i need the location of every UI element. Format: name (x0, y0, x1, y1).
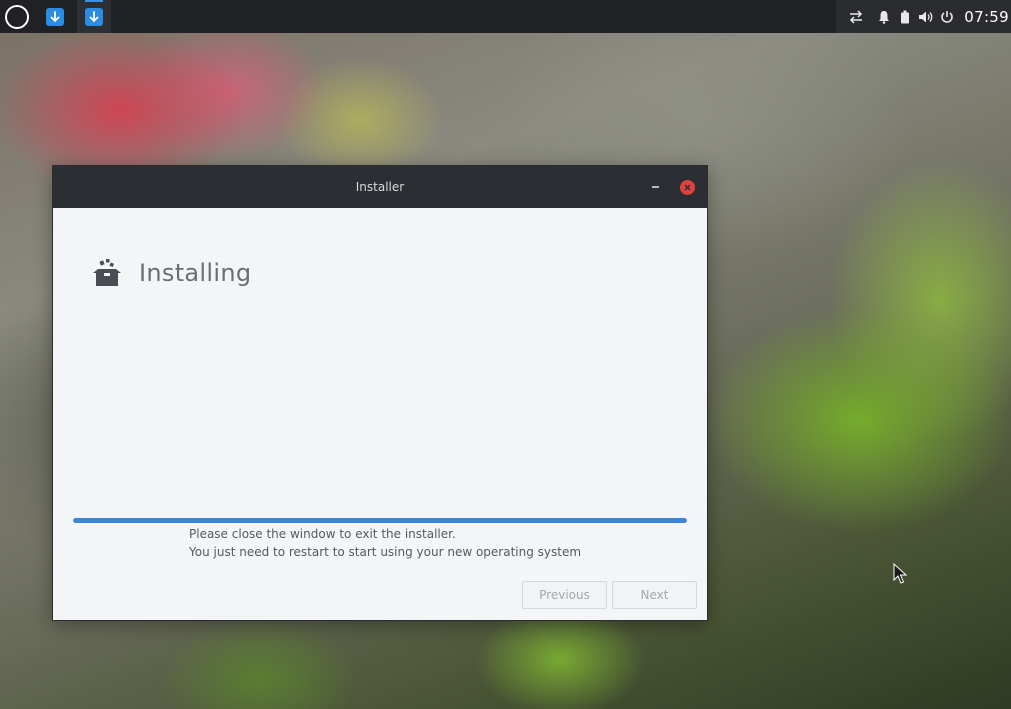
package-box-icon (93, 259, 121, 286)
window-title: Installer (355, 180, 405, 194)
progress-fill (73, 518, 687, 523)
status-message: Please close the window to exit the inst… (189, 525, 581, 561)
window-titlebar[interactable]: Installer (53, 166, 707, 208)
status-line: You just need to restart to start using … (189, 545, 582, 559)
top-panel: 07:59 (0, 0, 1011, 33)
power-icon[interactable] (937, 7, 957, 27)
close-button[interactable] (680, 180, 695, 195)
notification-bell-icon[interactable] (874, 7, 894, 27)
installer-content: Installing Please close the window to ex… (53, 208, 707, 620)
battery-icon[interactable] (895, 7, 915, 27)
page-header: Installing (90, 256, 251, 290)
next-button[interactable]: Next (612, 581, 697, 609)
download-arrow-icon (85, 7, 103, 26)
minimize-icon (651, 186, 659, 188)
installer-window: Installer Installing Please close the wi… (52, 165, 708, 621)
close-icon (684, 184, 691, 191)
volume-icon[interactable] (916, 7, 936, 27)
install-progress-bar (73, 518, 687, 523)
download-arrow-icon (46, 7, 64, 26)
mouse-cursor-icon (893, 563, 907, 584)
minimize-button[interactable] (647, 179, 663, 195)
system-tray: 07:59 (836, 0, 1011, 33)
circle-launcher-icon (4, 4, 29, 29)
previous-button[interactable]: Previous (522, 581, 607, 609)
launcher-button[interactable] (0, 0, 33, 33)
taskbar-item-installer-active[interactable] (77, 0, 111, 33)
network-transfer-icon[interactable] (846, 7, 866, 27)
page-title: Installing (139, 259, 252, 287)
taskbar-item-installer[interactable] (38, 0, 72, 33)
clock[interactable]: 07:59 (964, 8, 1009, 26)
status-line: Please close the window to exit the inst… (189, 527, 456, 541)
